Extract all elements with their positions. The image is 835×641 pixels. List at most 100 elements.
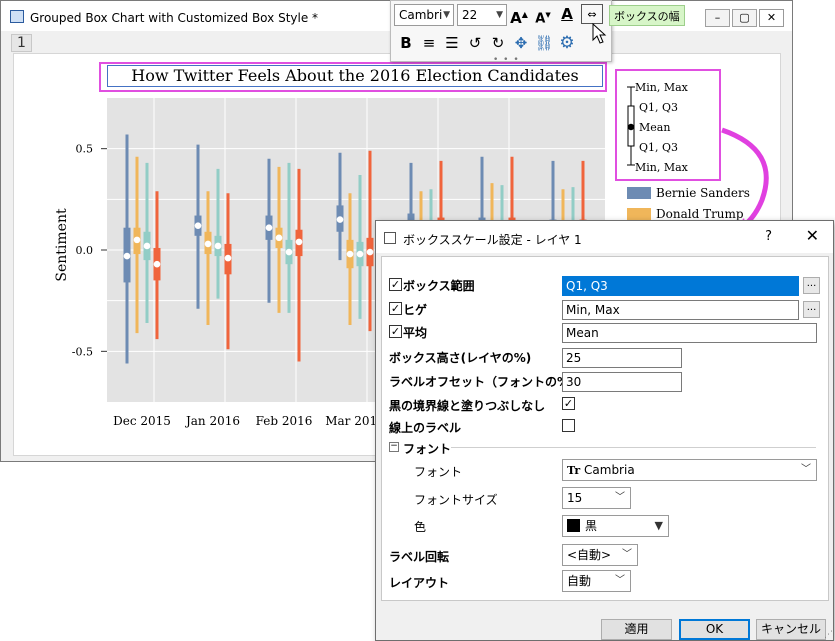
legend-key-q3: Q1, Q3 bbox=[639, 101, 679, 114]
legend-swatch-sanders bbox=[627, 187, 651, 199]
font-section-expander[interactable]: − bbox=[389, 442, 399, 452]
toolbar-font-size: 22 bbox=[462, 8, 478, 22]
toolbar-font-name: Cambri bbox=[399, 8, 443, 22]
mean-dot-3-2 bbox=[295, 238, 303, 246]
legend-key-min: Min, Max bbox=[635, 161, 688, 174]
mean-dot-1-0 bbox=[133, 236, 141, 244]
label-rotation-label: ラベル回転 bbox=[389, 550, 450, 564]
label-on-line-checkbox[interactable] bbox=[562, 419, 575, 432]
box-width-icon[interactable]: ⇔ bbox=[581, 4, 603, 24]
cancel-button[interactable]: キャンセル bbox=[756, 619, 826, 640]
mean-dot-0-2 bbox=[265, 224, 273, 232]
link-icon[interactable]: ⛓ bbox=[534, 33, 554, 53]
dialog-close-button[interactable]: ✕ bbox=[806, 226, 819, 245]
font-size-label: フォントサイズ bbox=[414, 493, 498, 507]
dialog-icon bbox=[384, 232, 396, 244]
x-axis-ticks: Dec 2015 Jan 2016 Feb 2016 Mar 2016 bbox=[113, 414, 385, 428]
font-section-label: フォント bbox=[403, 442, 452, 456]
caret-down-icon: ▼ bbox=[654, 519, 663, 532]
whisker-checkbox[interactable]: ✓ bbox=[389, 302, 402, 315]
resize-grip-icon[interactable]: ⋰ bbox=[824, 630, 833, 640]
graph-title[interactable]: How Twitter Feels About the 2016 Electio… bbox=[107, 65, 603, 87]
rotate-left-icon[interactable]: ↺ bbox=[465, 33, 485, 53]
box-height-label: ボックス高さ(レイヤの%) bbox=[389, 351, 532, 365]
box-height-field[interactable]: 25 bbox=[562, 348, 682, 368]
mini-toolbar: Cambri ▼ 22 ▼ A▲ A▼ A ⇔ B ≡ ☰ ↺ ↻ ✥ ⛓ ⚙ • … bbox=[390, 0, 612, 65]
color-value: 黒 bbox=[585, 519, 598, 533]
mean-dot-2-3 bbox=[356, 250, 364, 258]
mean-label: 平均 bbox=[403, 326, 428, 340]
dialog-titlebar[interactable]: ボックススケール設定 - レイヤ 1 ? ✕ bbox=[376, 221, 833, 253]
mean-dot-1-3 bbox=[346, 250, 354, 258]
mean-dot-3-1 bbox=[224, 254, 232, 262]
font-size-value: 15 bbox=[567, 491, 583, 505]
mean-dot-2-0 bbox=[143, 242, 151, 250]
gear-icon[interactable]: ⚙ bbox=[557, 33, 577, 53]
chevron-down-icon: ▼ bbox=[443, 10, 450, 20]
box-range-checkbox[interactable]: ✓ bbox=[389, 278, 402, 291]
layout-value: 自動 bbox=[567, 574, 592, 588]
font-color-icon[interactable]: A bbox=[557, 4, 577, 24]
bold-icon[interactable]: B bbox=[396, 33, 416, 53]
rotate-right-icon[interactable]: ↻ bbox=[488, 33, 508, 53]
font-shrink-icon[interactable]: A▼ bbox=[533, 5, 553, 26]
color-swatch bbox=[567, 519, 580, 532]
ok-button[interactable]: OK bbox=[679, 619, 750, 640]
truetype-icon: Tr bbox=[567, 464, 581, 477]
color-combo[interactable]: 黒 ▼ bbox=[562, 515, 669, 537]
font-label: フォント bbox=[414, 465, 463, 479]
y-axis-label: Sentiment bbox=[54, 208, 70, 282]
layout-label: レイアウト bbox=[389, 576, 450, 590]
whisker-label: ヒゲ bbox=[403, 303, 428, 317]
label-rotation-value: <自動> bbox=[567, 548, 612, 562]
mean-dot-3-0 bbox=[153, 260, 161, 268]
whisker-browse-button[interactable]: ... bbox=[803, 301, 820, 318]
chevron-down-icon: ▼ bbox=[496, 10, 503, 20]
mean-dot-1-2 bbox=[275, 234, 283, 242]
mean-dot-1-1 bbox=[204, 240, 212, 248]
mean-dot-0-1 bbox=[194, 222, 202, 229]
mean-dot-0-3 bbox=[336, 216, 344, 223]
layout-combo[interactable]: 自動 ﹀ bbox=[562, 570, 631, 592]
box-range-label: ボックス範囲 bbox=[403, 279, 475, 293]
whisker-field[interactable]: Min, Max bbox=[562, 300, 799, 320]
align-icon[interactable]: ≡ bbox=[419, 33, 439, 53]
font-value: Cambria bbox=[584, 463, 635, 477]
label-offset-field[interactable]: 30 bbox=[562, 372, 682, 392]
move-icon[interactable]: ✥ bbox=[511, 33, 531, 53]
label-on-line-label: 線上のラベル bbox=[389, 421, 462, 435]
x-tick-label-0: Dec 2015 bbox=[113, 414, 171, 428]
x-tick-label-1: Jan 2016 bbox=[184, 414, 240, 428]
mouse-cursor-icon bbox=[592, 23, 607, 44]
label-rotation-combo[interactable]: <自動> ﹀ bbox=[562, 544, 638, 566]
toolbar-size-combo[interactable]: 22 ▼ bbox=[457, 4, 507, 26]
font-section-divider bbox=[451, 447, 816, 448]
box-range-browse-button[interactable]: ... bbox=[803, 277, 820, 294]
black-border-checkbox[interactable]: ✓ bbox=[562, 397, 575, 410]
y-tick-label-0: 0.5 bbox=[76, 143, 94, 156]
mean-checkbox[interactable]: ✓ bbox=[389, 325, 402, 338]
toolbar-font-combo[interactable]: Cambri ▼ bbox=[394, 4, 454, 26]
font-size-combo[interactable]: 15 ﹀ bbox=[562, 487, 631, 509]
mean-dot-0-0 bbox=[123, 252, 131, 260]
line-spacing-icon[interactable]: ☰ bbox=[442, 33, 462, 53]
mean-dot-2-1 bbox=[214, 242, 222, 250]
x-tick-label-2: Feb 2016 bbox=[256, 414, 313, 428]
font-combo[interactable]: Tr Cambria ﹀ bbox=[562, 459, 817, 481]
box-range-field[interactable]: Q1, Q3 bbox=[562, 276, 799, 296]
black-border-label: 黒の境界線と塗りつぶしなし bbox=[389, 399, 546, 413]
legend-key-max: Min, Max bbox=[635, 81, 688, 94]
toolbar-grip[interactable]: • • • bbox=[493, 55, 520, 65]
font-grow-icon[interactable]: A▲ bbox=[509, 5, 529, 27]
mean-field[interactable]: Mean bbox=[562, 323, 817, 343]
mean-dot-3-3 bbox=[366, 248, 374, 256]
help-button[interactable]: ? bbox=[765, 229, 772, 244]
chevron-down-icon: ﹀ bbox=[615, 492, 625, 503]
y-axis-ticks: 0.5 0.0 -0.5 bbox=[72, 143, 107, 358]
y-tick-label-1: 0.0 bbox=[76, 244, 94, 257]
apply-button[interactable]: 適用 bbox=[601, 619, 672, 640]
y-tick-label-2: -0.5 bbox=[72, 345, 93, 358]
color-label: 色 bbox=[414, 520, 427, 534]
legend-key-q1: Q1, Q3 bbox=[639, 141, 679, 154]
legend-key-mean: Mean bbox=[639, 121, 671, 134]
